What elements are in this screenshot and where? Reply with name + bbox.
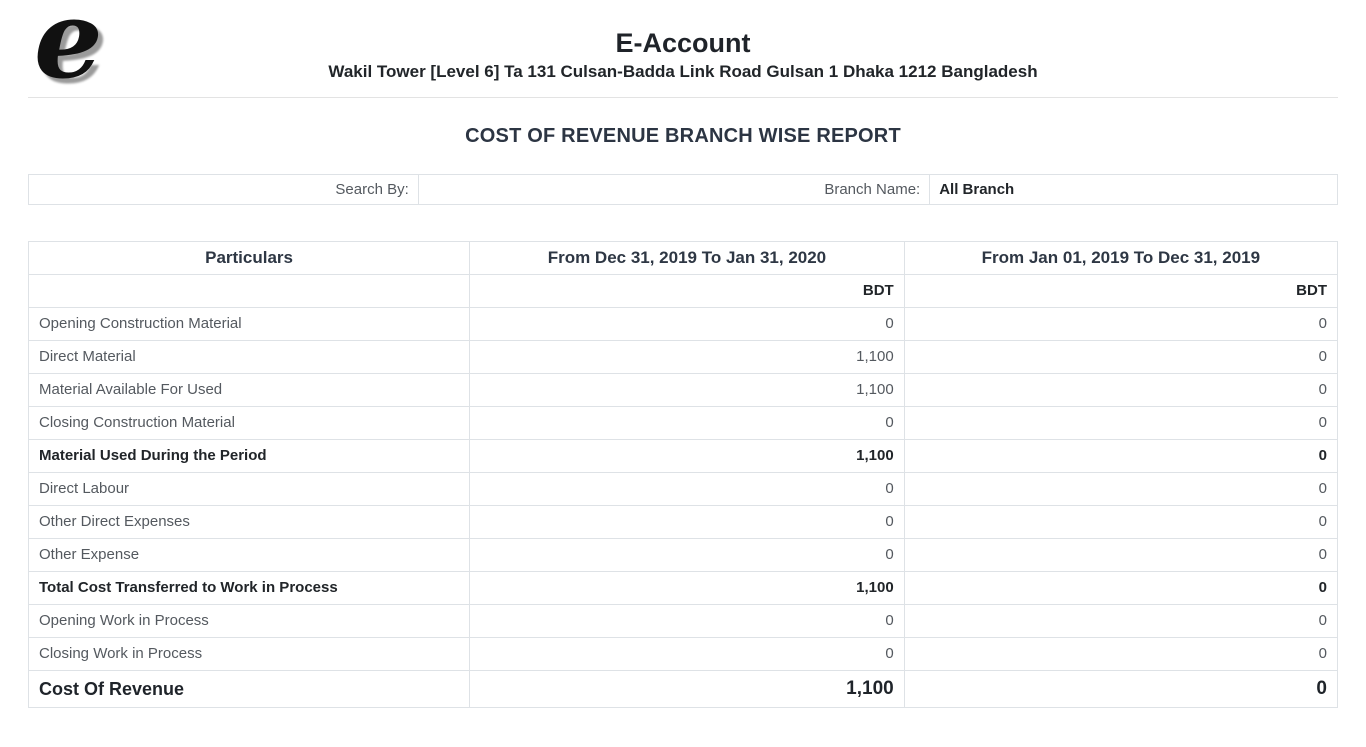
row-value-period2: 0 [904,539,1337,572]
table-total-row: Cost Of Revenue 1,100 0 [29,671,1338,708]
row-value-period1: 1,100 [470,374,905,407]
row-value-period2: 0 [904,374,1337,407]
row-label: Closing Construction Material [29,407,470,440]
report-title: COST OF REVENUE BRANCH WISE REPORT [0,122,1366,150]
row-value-period2: 0 [904,506,1337,539]
row-value-period1: 0 [470,638,905,671]
column-header-period1: From Dec 31, 2019 To Jan 31, 2020 [470,242,905,275]
search-by-label: Search By: [29,175,419,204]
row-value-period2: 0 [904,308,1337,341]
currency-label-period1: BDT [470,275,905,308]
company-address: Wakil Tower [Level 6] Ta 131 Culsan-Badd… [0,60,1366,84]
company-header: e E-Account Wakil Tower [Level 6] Ta 131… [0,0,1366,84]
row-value-period2: 0 [904,572,1337,605]
currency-empty-cell [29,275,470,308]
cost-of-revenue-table: Particulars From Dec 31, 2019 To Jan 31,… [28,241,1338,708]
row-label: Material Used During the Period [29,440,470,473]
branch-name-label: Branch Name: [419,175,930,204]
table-row: Opening Work in Process 0 0 [29,605,1338,638]
table-row: Opening Construction Material 0 0 [29,308,1338,341]
row-value-period2: 0 [904,407,1337,440]
row-value-period1: 0 [470,308,905,341]
row-value-period1: 0 [470,605,905,638]
column-header-period2: From Jan 01, 2019 To Dec 31, 2019 [904,242,1337,275]
table-row: Closing Work in Process 0 0 [29,638,1338,671]
row-value-period2: 0 [904,341,1337,374]
row-value-period1: 1,100 [470,572,905,605]
company-name: E-Account [0,26,1366,60]
report-page: e E-Account Wakil Tower [Level 6] Ta 131… [0,0,1366,747]
total-value-period2: 0 [904,671,1337,708]
row-label: Material Available For Used [29,374,470,407]
table-row: Material Available For Used 1,100 0 [29,374,1338,407]
table-row: Direct Labour 0 0 [29,473,1338,506]
table-subtotal-row: Total Cost Transferred to Work in Proces… [29,572,1338,605]
row-value-period1: 1,100 [470,341,905,374]
table-row: Closing Construction Material 0 0 [29,407,1338,440]
table-row: Direct Material 1,100 0 [29,341,1338,374]
currency-label-period2: BDT [904,275,1337,308]
row-label: Other Expense [29,539,470,572]
total-row-label: Cost Of Revenue [29,671,470,708]
row-label: Other Direct Expenses [29,506,470,539]
row-value-period2: 0 [904,473,1337,506]
currency-row: BDT BDT [29,275,1338,308]
row-label: Direct Labour [29,473,470,506]
table-header-row: Particulars From Dec 31, 2019 To Jan 31,… [29,242,1338,275]
row-value-period2: 0 [904,605,1337,638]
row-label: Opening Work in Process [29,605,470,638]
row-value-period1: 1,100 [470,440,905,473]
header-divider [28,97,1338,98]
table-row: Other Expense 0 0 [29,539,1338,572]
row-value-period1: 0 [470,539,905,572]
branch-name-value: All Branch [930,175,1337,204]
row-value-period1: 0 [470,407,905,440]
row-label: Total Cost Transferred to Work in Proces… [29,572,470,605]
row-label: Opening Construction Material [29,308,470,341]
total-value-period1: 1,100 [470,671,905,708]
row-value-period2: 0 [904,638,1337,671]
search-filter-bar: Search By: Branch Name: All Branch [28,174,1338,205]
row-label: Closing Work in Process [29,638,470,671]
row-value-period2: 0 [904,440,1337,473]
table-row: Other Direct Expenses 0 0 [29,506,1338,539]
column-header-particulars: Particulars [29,242,470,275]
table-subtotal-row: Material Used During the Period 1,100 0 [29,440,1338,473]
row-label: Direct Material [29,341,470,374]
row-value-period1: 0 [470,473,905,506]
row-value-period1: 0 [470,506,905,539]
